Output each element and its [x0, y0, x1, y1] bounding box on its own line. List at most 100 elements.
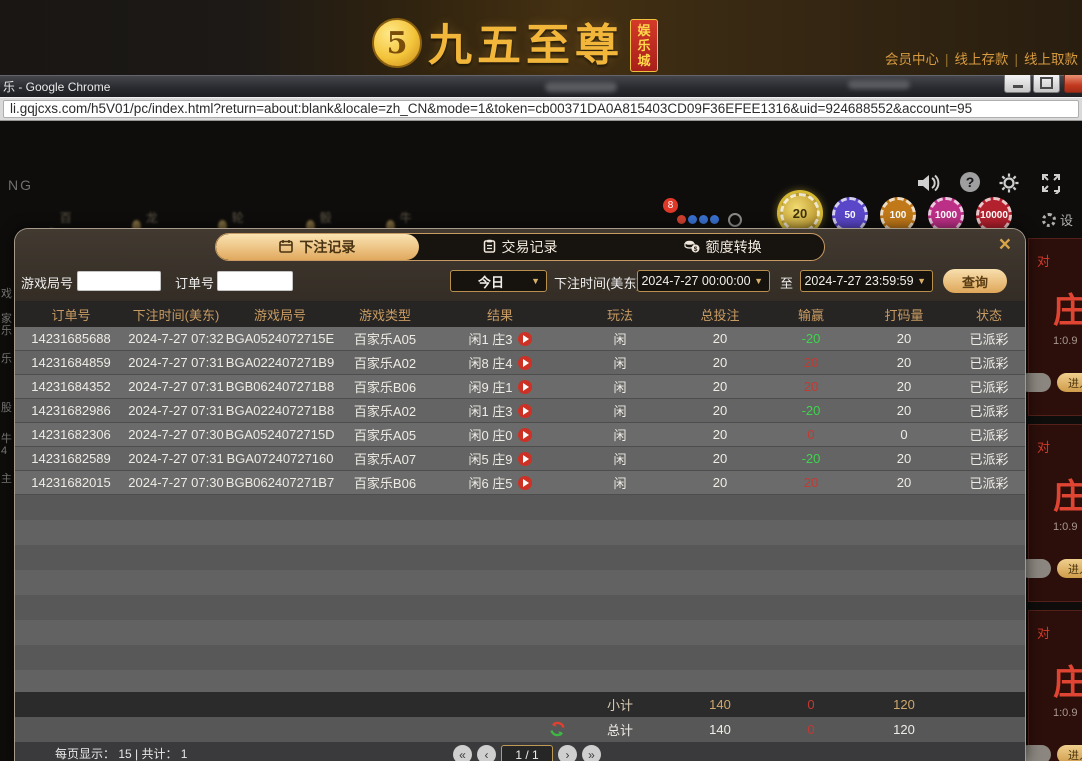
chip-20[interactable]: 20 — [780, 193, 820, 233]
member-link[interactable]: 线上存款 — [954, 52, 1008, 67]
cell-play: 闲 — [613, 404, 627, 419]
prev-page-button[interactable]: ‹ — [477, 745, 496, 761]
cell-result: 闲6 庄5 — [435, 473, 565, 492]
tab-bet-records[interactable]: 下注记录 — [216, 234, 419, 260]
cell-game: 百家乐A05 — [353, 428, 417, 443]
site-logo: 5 九五至尊 娱乐城 — [372, 8, 658, 74]
sum-label: 小计 — [606, 698, 633, 713]
search-button[interactable]: 查询 — [943, 269, 1007, 293]
table-row: 14231682306 2024-7-27 07:30 BGA0524072715D… — [15, 423, 1025, 447]
game-table-tile: 对庄 1:0.9 进入 — [1019, 424, 1082, 602]
column-header: 玩法 — [606, 307, 633, 323]
cell-status: 已派彩 — [969, 428, 1009, 443]
table-header-row: 订单号 下注时间(美东) 游戏局号 游戏类型 结果 玩法 总投注 输赢 打码量 状态 — [15, 301, 1025, 327]
cell-bet: 20 — [712, 475, 728, 490]
close-icon[interactable]: × — [999, 233, 1011, 257]
cell-play: 闲 — [613, 356, 627, 371]
svg-text:$: $ — [693, 245, 697, 252]
empty-rows-area — [15, 495, 1025, 692]
replay-button[interactable] — [517, 427, 532, 442]
table-row: 14231682986 2024-7-27 07:31 BGA022407271B8… — [15, 399, 1025, 423]
pagination: « ‹ 1 / 1 › » — [453, 745, 601, 761]
next-page-button[interactable]: › — [558, 745, 577, 761]
enter-table-button[interactable]: 进入 — [1057, 373, 1082, 392]
replay-button[interactable] — [517, 379, 532, 394]
calendar-icon — [279, 239, 294, 256]
clipboard-icon — [483, 239, 496, 256]
sidebar-fragment: 乐 — [1, 353, 12, 365]
pair-label: 对 — [1037, 440, 1051, 455]
chevron-down-icon: ▼ — [531, 276, 540, 286]
replay-button[interactable] — [517, 475, 532, 490]
enter-table-button[interactable]: 进入 — [1057, 559, 1082, 578]
cell-game: 百家乐A02 — [353, 356, 417, 371]
order-label: 订单号 — [175, 276, 215, 291]
cell-turnover: 20 — [896, 475, 912, 490]
replay-button[interactable] — [517, 451, 532, 466]
replay-button[interactable] — [517, 403, 532, 418]
cell-order: 14231684859 — [31, 355, 111, 370]
window-maximize-button[interactable] — [1033, 75, 1060, 93]
volume-icon[interactable] — [916, 172, 940, 199]
help-icon[interactable]: ? — [960, 172, 980, 192]
column-header: 打码量 — [884, 307, 924, 323]
window-titlebar — [0, 75, 1082, 97]
column-header: 游戏类型 — [358, 307, 411, 323]
banker-label: 庄 — [1053, 291, 1082, 331]
cell-game: 百家乐A07 — [353, 452, 417, 467]
replay-button[interactable] — [517, 355, 532, 370]
replay-button[interactable] — [517, 331, 532, 346]
chip-icon — [1042, 212, 1056, 227]
cell-time: 2024-7-27 07:31 — [128, 379, 224, 394]
cell-winloss: 0 — [807, 427, 815, 442]
order-input[interactable] — [217, 271, 293, 291]
fullscreen-icon[interactable] — [1040, 172, 1062, 199]
window-minimize-button[interactable] — [1004, 75, 1031, 93]
chip-settings-button[interactable]: 设 — [1042, 210, 1073, 229]
cell-turnover: 20 — [896, 451, 912, 466]
member-link[interactable]: 线上取款 — [1024, 52, 1078, 67]
badge-char: 乐 — [637, 38, 651, 53]
tab-quota-transfer[interactable]: $ 额度转换 — [621, 234, 824, 260]
date-to-select[interactable]: 2024-7-27 23:59:59 ▼ — [800, 270, 933, 292]
provider-logo-fragment: NG — [8, 177, 33, 193]
cell-order: 14231682589 — [31, 451, 111, 466]
refresh-icon[interactable] — [549, 721, 566, 737]
url-input[interactable]: li.gqjcxs.com/h5V01/pc/index.html?return… — [3, 100, 1079, 118]
last-page-button[interactable]: » — [582, 745, 601, 761]
pair-label: 对 — [1037, 626, 1051, 641]
cell-round: BGA022407271B8 — [225, 403, 335, 418]
titlebar-smudge — [545, 82, 617, 92]
bead-dot — [699, 215, 708, 224]
game-table-tile: 对庄 1:0.9 进入 — [1019, 610, 1082, 761]
sum-turnover: 120 — [893, 722, 915, 737]
bead-dot — [677, 215, 686, 224]
cell-order: 14231685688 — [31, 331, 111, 346]
sidebar-fragment: 家乐 — [1, 313, 12, 337]
enter-table-button[interactable]: 进入 — [1057, 745, 1082, 761]
page-indicator: 1 / 1 — [501, 745, 553, 761]
date-range-select[interactable]: 今日 ▼ — [450, 270, 547, 292]
cell-order: 14231682306 — [31, 427, 111, 442]
sidebar-fragment: 戏 — [1, 288, 12, 300]
cell-turnover: 20 — [896, 403, 912, 418]
column-header: 游戏局号 — [253, 307, 306, 323]
column-header: 下注时间(美东) — [132, 307, 220, 323]
filter-row: 游戏局号 订单号 今日 ▼ 下注时间(美东) 2024-7-27 00:00:0… — [15, 269, 1025, 293]
tab-label: 额度转换 — [705, 239, 762, 255]
member-link[interactable]: 会员中心 — [885, 52, 939, 67]
date-from-select[interactable]: 2024-7-27 00:00:00 ▼ — [637, 270, 770, 292]
window-close-button[interactable] — [1064, 75, 1082, 93]
game-round-input[interactable] — [77, 271, 161, 291]
cell-time: 2024-7-27 07:30 — [128, 475, 224, 490]
first-page-button[interactable]: « — [453, 745, 472, 761]
cell-bet: 20 — [712, 355, 728, 370]
column-header: 输赢 — [797, 307, 824, 323]
search-icon[interactable] — [728, 213, 742, 227]
gear-icon[interactable] — [998, 172, 1020, 199]
tab-transaction-records[interactable]: 交易记录 — [419, 234, 622, 260]
sidebar-fragment: 股 — [1, 402, 12, 414]
to-label: 至 — [780, 276, 794, 291]
cell-bet: 20 — [712, 331, 728, 346]
coins-icon: $ — [684, 239, 700, 256]
